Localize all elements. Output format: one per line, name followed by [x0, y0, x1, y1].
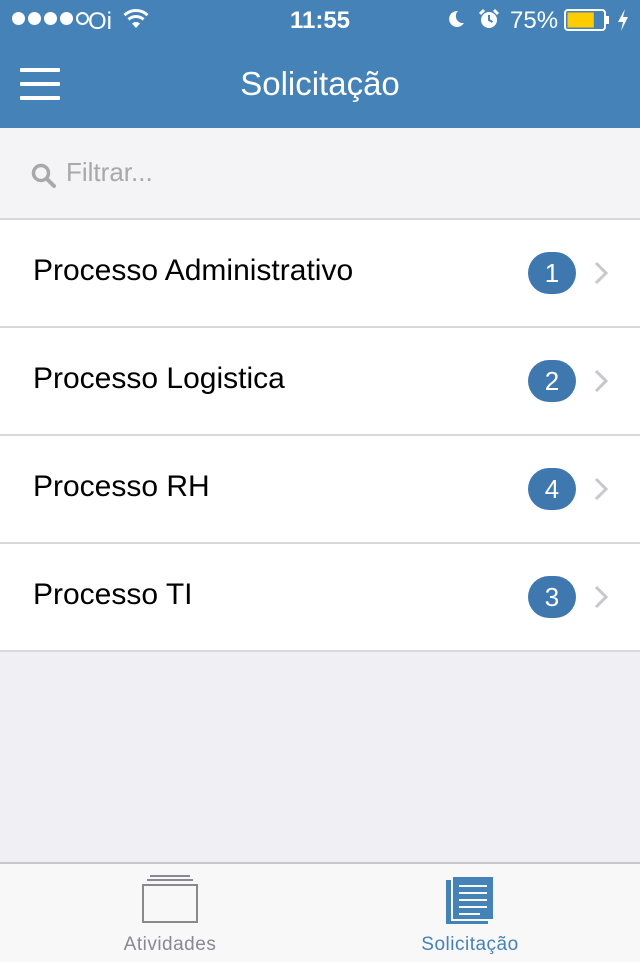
list-item-label: Processo RH: [33, 470, 210, 503]
list-item-label: Processo Logistica: [33, 362, 285, 395]
list-item-processo-logistica[interactable]: Processo Logistica 2: [0, 328, 640, 436]
search-icon: [31, 163, 56, 188]
tab-solicitacao[interactable]: Solicitação: [310, 864, 630, 962]
search-bar: [0, 128, 640, 220]
charging-bolt-icon: [618, 9, 628, 31]
count-badge: 1: [528, 252, 576, 294]
list-item-label: Processo Administrativo: [33, 254, 354, 287]
chevron-right-icon: [594, 477, 608, 501]
chevron-right-icon: [594, 369, 608, 393]
chevron-right-icon: [594, 261, 608, 285]
list-item-processo-rh[interactable]: Processo RH 4: [0, 436, 640, 544]
process-list: Processo Administrativo 1 Processo Logis…: [0, 220, 640, 652]
tab-atividades[interactable]: Atividades: [10, 864, 330, 962]
battery-icon: [564, 9, 609, 31]
list-item-label: Processo TI: [33, 578, 193, 611]
status-bar: Oi 11:55 75%: [0, 0, 640, 40]
tab-label: Atividades: [123, 934, 217, 955]
count-badge: 3: [528, 576, 576, 618]
alarm-clock-icon: [478, 8, 500, 28]
navigation-bar: Solicitação: [0, 40, 640, 128]
list-item-processo-administrativo[interactable]: Processo Administrativo 1: [0, 220, 640, 328]
page-title: Solicitação: [240, 65, 400, 102]
document-list-icon: [446, 875, 495, 924]
search-input[interactable]: [66, 152, 606, 192]
tab-label: Solicitação: [421, 934, 519, 955]
count-badge: 4: [528, 468, 576, 510]
battery-percentage: 75%: [510, 7, 559, 34]
count-badge: 2: [528, 360, 576, 402]
chevron-right-icon: [594, 585, 608, 609]
header: Oi 11:55 75% Solicitação: [0, 0, 640, 128]
stacked-cards-icon: [142, 875, 198, 923]
list-item-processo-ti[interactable]: Processo TI 3: [0, 544, 640, 652]
moon-icon: [449, 10, 464, 27]
tab-bar: Atividades Solicitação: [0, 862, 640, 962]
